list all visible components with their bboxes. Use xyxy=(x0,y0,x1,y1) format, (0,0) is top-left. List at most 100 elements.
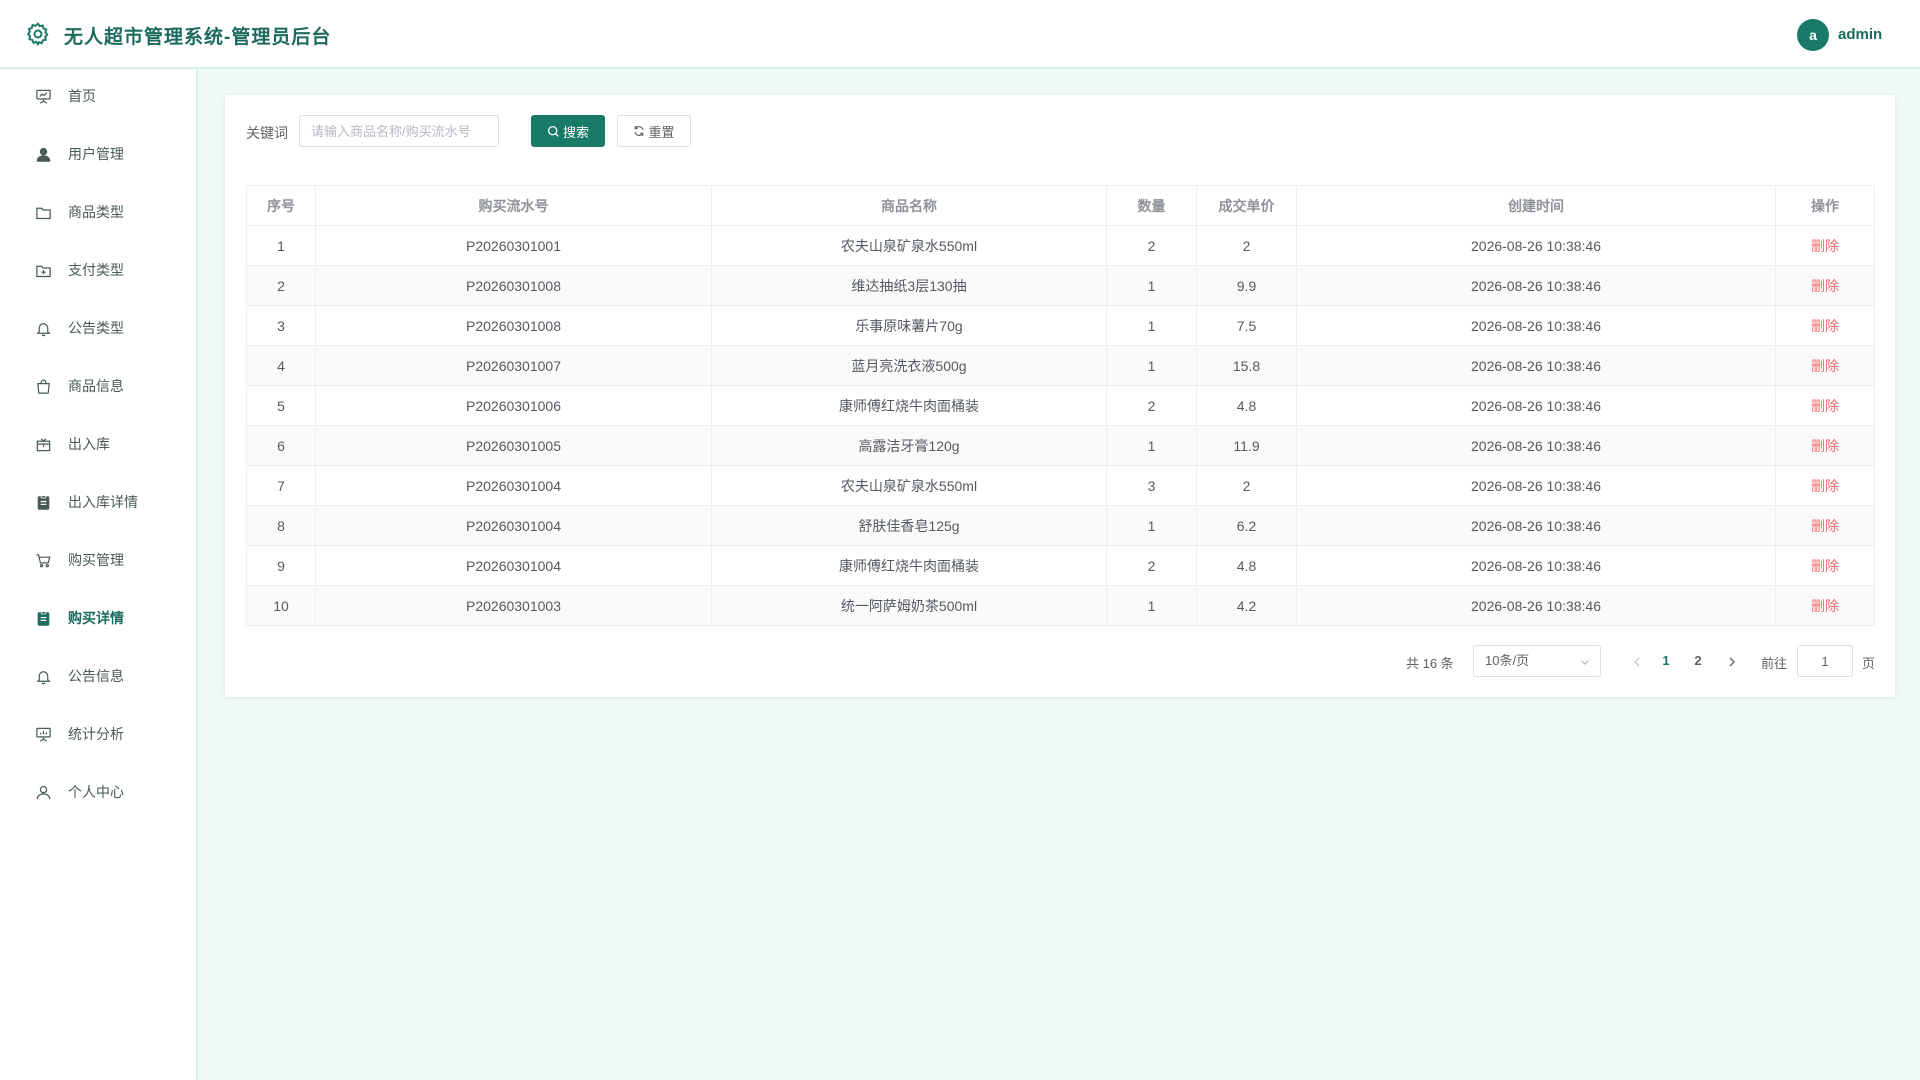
table-cell: 4.8 xyxy=(1196,385,1297,426)
search-button[interactable]: 搜索 xyxy=(531,115,605,147)
sidebar-item-8[interactable]: 出入库详情 xyxy=(0,482,196,522)
bell-icon xyxy=(36,322,51,336)
delete-button[interactable]: 删除 xyxy=(1811,438,1839,454)
table-cell: P20260301005 xyxy=(315,425,712,466)
action-cell: 删除 xyxy=(1775,305,1875,346)
table-cell: P20260301007 xyxy=(315,345,712,386)
page-suffix-label: 页 xyxy=(1862,656,1876,671)
folder-add-icon xyxy=(36,265,51,277)
sidebar-item-2[interactable]: 用户管理 xyxy=(0,134,196,174)
table-cell: 康师傅红烧牛肉面桶装 xyxy=(711,385,1107,426)
page-size-select[interactable]: 10条/页 xyxy=(1473,645,1601,677)
sidebar-item-label: 用户管理 xyxy=(68,146,124,162)
sidebar-item-12[interactable]: 统计分析 xyxy=(0,714,196,754)
sidebar-item-11[interactable]: 公告信息 xyxy=(0,656,196,696)
column-header: 序号 xyxy=(246,185,316,226)
goto-page-input[interactable] xyxy=(1797,645,1853,677)
table-cell: 舒肤佳香皂125g xyxy=(711,505,1107,546)
table-cell: 2026-08-26 10:38:46 xyxy=(1296,345,1776,386)
sidebar-item-6[interactable]: 商品信息 xyxy=(0,366,196,406)
delete-button[interactable]: 删除 xyxy=(1811,598,1839,614)
table-cell: 1 xyxy=(1106,585,1197,626)
column-header: 成交单价 xyxy=(1196,185,1297,226)
table-cell: 2026-08-26 10:38:46 xyxy=(1296,425,1776,466)
username-label[interactable]: admin xyxy=(1838,26,1882,43)
sidebar-item-label: 公告信息 xyxy=(68,668,124,684)
page-number-1[interactable]: 1 xyxy=(1655,653,1677,668)
user-filled-icon xyxy=(36,147,51,162)
table-row: 1 P20260301001 农夫山泉矿泉水550ml 2 2 2026-08-26 10… xyxy=(246,225,1875,266)
table-cell: 1 xyxy=(1106,305,1197,346)
table-cell: 统一阿萨姆奶茶500ml xyxy=(711,585,1107,626)
table-cell: 2 xyxy=(1196,465,1297,506)
table-cell: 9 xyxy=(246,545,316,586)
next-page-icon[interactable] xyxy=(1722,653,1742,671)
table-row: 2 P20260301008 维达抽纸3层130抽 1 9.9 2026-08-26 10… xyxy=(246,265,1875,306)
sidebar-item-10[interactable]: 购买详情 xyxy=(0,598,196,638)
delete-button[interactable]: 删除 xyxy=(1811,318,1839,334)
sidebar-item-13[interactable]: 个人中心 xyxy=(0,772,196,812)
table-row: 7 P20260301004 农夫山泉矿泉水550ml 3 2 2026-08-26 10… xyxy=(246,465,1875,506)
table-row: 8 P20260301004 舒肤佳香皂125g 1 6.2 2026-08-26 10:… xyxy=(246,505,1875,546)
sidebar-item-label: 出入库详情 xyxy=(68,494,138,510)
sidebar-item-9[interactable]: 购买管理 xyxy=(0,540,196,580)
sidebar-item-3[interactable]: 商品类型 xyxy=(0,192,196,232)
table-row: 4 P20260301007 蓝月亮洗衣液500g 1 15.8 2026-08-26 1… xyxy=(246,345,1875,386)
reset-button-label: 重置 xyxy=(648,124,675,140)
reset-button[interactable]: 重置 xyxy=(617,115,691,147)
delete-button[interactable]: 删除 xyxy=(1811,238,1839,254)
table-row: 10 P20260301003 统一阿萨姆奶茶500ml 1 4.2 2026-08-26… xyxy=(246,585,1875,626)
table-cell: P20260301008 xyxy=(315,265,712,306)
table-cell: 2026-08-26 10:38:46 xyxy=(1296,465,1776,506)
search-input[interactable] xyxy=(299,115,499,147)
table-cell: 6 xyxy=(246,425,316,466)
table-cell: P20260301008 xyxy=(315,305,712,346)
sidebar-item-7[interactable]: 出入库 xyxy=(0,424,196,464)
action-cell: 删除 xyxy=(1775,225,1875,266)
delete-button[interactable]: 删除 xyxy=(1811,558,1839,574)
sidebar-item-label: 购买详情 xyxy=(68,610,124,626)
table-cell: 9.9 xyxy=(1196,265,1297,306)
table-cell: 5 xyxy=(246,385,316,426)
table-cell: 2026-08-26 10:38:46 xyxy=(1296,385,1776,426)
table-cell: 蓝月亮洗衣液500g xyxy=(711,345,1107,386)
keyword-label: 关键词 xyxy=(246,125,288,141)
top-header: 无人超市管理系统-管理员后台 a admin xyxy=(0,0,1920,69)
page-number-2[interactable]: 2 xyxy=(1687,653,1709,668)
refresh-icon xyxy=(634,126,645,136)
total-count: 共 16 条 xyxy=(1406,656,1454,671)
avatar[interactable]: a xyxy=(1797,19,1829,51)
bell-icon xyxy=(36,670,51,684)
table-cell: P20260301004 xyxy=(315,545,712,586)
table-cell: P20260301006 xyxy=(315,385,712,426)
table-cell: 15.8 xyxy=(1196,345,1297,386)
page-size-value: 10条/页 xyxy=(1485,653,1530,668)
delete-button[interactable]: 删除 xyxy=(1811,398,1839,414)
table-cell: 1 xyxy=(1106,425,1197,466)
table-cell: 农夫山泉矿泉水550ml xyxy=(711,225,1107,266)
table-body: 1 P20260301001 农夫山泉矿泉水550ml 2 2 2026-08-26 10… xyxy=(246,225,1875,626)
table-cell: 2026-08-26 10:38:46 xyxy=(1296,225,1776,266)
delete-button[interactable]: 删除 xyxy=(1811,358,1839,374)
sidebar-item-5[interactable]: 公告类型 xyxy=(0,308,196,348)
table-cell: P20260301004 xyxy=(315,465,712,506)
delete-button[interactable]: 删除 xyxy=(1811,278,1839,294)
box-icon xyxy=(36,437,51,451)
user-icon xyxy=(36,785,51,799)
table-row: 3 P20260301008 乐事原味薯片70g 1 7.5 2026-08-26 10:… xyxy=(246,305,1875,346)
delete-button[interactable]: 删除 xyxy=(1811,478,1839,494)
goto-label: 前往 xyxy=(1761,656,1788,671)
sidebar-item-4[interactable]: 支付类型 xyxy=(0,250,196,290)
delete-button[interactable]: 删除 xyxy=(1811,518,1839,534)
table-cell: 2 xyxy=(1106,225,1197,266)
table-cell: 7.5 xyxy=(1196,305,1297,346)
action-cell: 删除 xyxy=(1775,425,1875,466)
table-cell: 11.9 xyxy=(1196,425,1297,466)
prev-page-icon[interactable] xyxy=(1627,653,1647,671)
document-icon xyxy=(37,610,50,626)
action-cell: 删除 xyxy=(1775,545,1875,586)
table-cell: P20260301003 xyxy=(315,585,712,626)
sidebar-item-1[interactable]: 首页 xyxy=(0,76,196,116)
table-cell: 2 xyxy=(1106,545,1197,586)
table-cell: 2026-08-26 10:38:46 xyxy=(1296,545,1776,586)
